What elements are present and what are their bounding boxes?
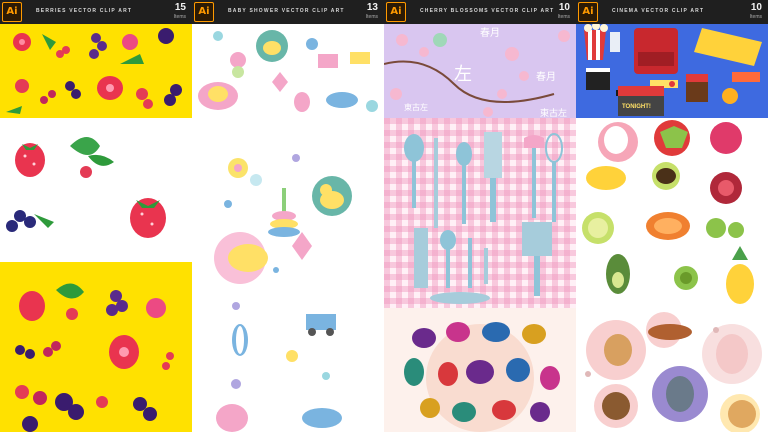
baby-shower-column: Ai BABY SHOWER VECTOR CLIP ART 13 Items xyxy=(192,0,384,432)
cherry-blossoms-header: Ai CHERRY BLOSSOMS VECTOR CLIP ART 10 It… xyxy=(384,0,576,24)
illustrator-icon: Ai xyxy=(578,2,598,22)
baby-shower-header: Ai BABY SHOWER VECTOR CLIP ART 13 Items xyxy=(192,0,384,24)
berries-preview-yellow xyxy=(0,262,192,432)
item-count: 13 xyxy=(366,2,378,13)
kanji-phrase-2: 東古左 xyxy=(540,107,567,118)
insects-preview xyxy=(384,308,576,432)
kanji-spring-month-1: 春月 xyxy=(480,27,500,39)
card-title[interactable]: BERRIES VECTOR CLIP ART xyxy=(36,8,132,14)
card-title[interactable]: CINEMA VECTOR CLIP ART xyxy=(612,8,704,14)
kitchen-utensils-preview xyxy=(384,118,576,308)
fruits-preview xyxy=(576,118,768,310)
berries-column: Ai BERRIES VECTOR CLIP ART 15 Items xyxy=(0,0,192,432)
berries-header: Ai BERRIES VECTOR CLIP ART 15 Items xyxy=(0,0,192,24)
card-title[interactable]: BABY SHOWER VECTOR CLIP ART xyxy=(228,8,345,14)
cinema-column: TONIGHT! Ai CINEMA VECTOR CLIP ART 10 It… xyxy=(576,0,768,432)
berries-thumbnail[interactable] xyxy=(0,24,192,118)
kanji-left: 左 xyxy=(454,64,472,85)
item-count: 10 xyxy=(750,2,762,13)
item-count: 10 xyxy=(558,2,570,13)
items-label: Items xyxy=(365,14,378,20)
kanji-spring-month-2: 春月 xyxy=(536,71,556,83)
baby-shower-thumbnail[interactable] xyxy=(192,24,384,118)
cinema-thumbnail[interactable]: TONIGHT! xyxy=(576,24,768,118)
items-label: Items xyxy=(173,14,186,20)
kanji-phrase-1: 東古左 xyxy=(404,102,428,112)
illustrator-icon: Ai xyxy=(386,2,406,22)
card-title[interactable]: CHERRY BLOSSOMS VECTOR CLIP ART xyxy=(420,8,554,14)
item-count: 15 xyxy=(174,2,186,13)
dogs-preview xyxy=(576,310,768,432)
illustrator-icon: Ai xyxy=(2,2,22,22)
baby-shower-preview xyxy=(192,118,384,432)
tonight-sign-text: TONIGHT! xyxy=(622,104,651,110)
cinema-header: Ai CINEMA VECTOR CLIP ART 10 Items xyxy=(576,0,768,24)
items-label: Items xyxy=(557,14,570,20)
items-label: Items xyxy=(749,14,762,20)
illustrator-icon: Ai xyxy=(194,2,214,22)
cherry-blossoms-thumbnail[interactable]: 春月 左 春月 東古左 東古左 xyxy=(384,24,576,118)
berries-preview-white xyxy=(0,118,192,262)
cherry-blossoms-column: 春月 左 春月 東古左 東古左 Ai CHERRY BLOSSOMS VECTO… xyxy=(384,0,576,432)
